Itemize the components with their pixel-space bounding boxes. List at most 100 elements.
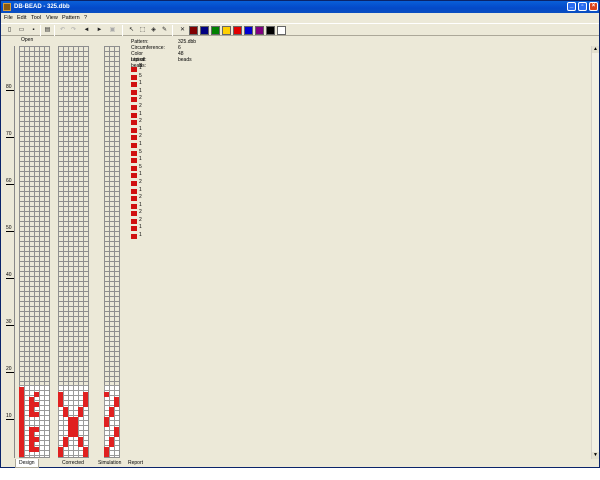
bead[interactable] bbox=[19, 407, 24, 412]
bead[interactable] bbox=[19, 447, 24, 452]
bead[interactable] bbox=[104, 422, 109, 427]
tab-simulation[interactable]: Simulation bbox=[98, 459, 121, 467]
save-icon[interactable]: ▪ bbox=[29, 26, 38, 35]
menu-tool[interactable]: Tool bbox=[31, 13, 41, 23]
bead[interactable] bbox=[83, 392, 88, 397]
bead[interactable] bbox=[114, 397, 119, 402]
bead[interactable] bbox=[114, 432, 119, 437]
bead[interactable] bbox=[78, 437, 83, 442]
bead[interactable] bbox=[63, 407, 68, 412]
bead[interactable] bbox=[78, 442, 83, 447]
bead[interactable] bbox=[19, 432, 24, 437]
color-swatch-black[interactable] bbox=[266, 26, 275, 35]
menu-pattern[interactable]: Pattern bbox=[62, 13, 80, 23]
arrow-right-icon[interactable]: ► bbox=[95, 26, 104, 35]
tab-corrected[interactable]: Corrected bbox=[62, 459, 84, 467]
bead[interactable] bbox=[19, 417, 24, 422]
bead[interactable] bbox=[19, 452, 24, 457]
bead[interactable] bbox=[29, 407, 34, 412]
bead[interactable] bbox=[78, 407, 83, 412]
bead[interactable] bbox=[19, 412, 24, 417]
bead[interactable] bbox=[29, 442, 34, 447]
scroll-up-icon[interactable]: ▲ bbox=[592, 46, 599, 53]
pipette-icon[interactable]: ✎ bbox=[160, 26, 169, 35]
bead[interactable] bbox=[58, 397, 63, 402]
bead[interactable] bbox=[19, 442, 24, 447]
color-swatch-navy[interactable] bbox=[200, 26, 209, 35]
bead[interactable] bbox=[104, 392, 109, 397]
design-grid[interactable] bbox=[19, 46, 50, 458]
bead[interactable] bbox=[19, 422, 24, 427]
bead[interactable] bbox=[109, 442, 114, 447]
delete-icon[interactable]: ✕ bbox=[178, 26, 187, 35]
bead[interactable] bbox=[78, 412, 83, 417]
bead[interactable] bbox=[63, 437, 68, 442]
bead[interactable] bbox=[34, 447, 39, 452]
bead[interactable] bbox=[34, 412, 39, 417]
menu-file[interactable]: File bbox=[4, 13, 13, 23]
bead[interactable] bbox=[19, 437, 24, 442]
simulation-grid[interactable] bbox=[104, 46, 120, 458]
bead[interactable] bbox=[19, 402, 24, 407]
bead[interactable] bbox=[58, 447, 63, 452]
bead[interactable] bbox=[68, 422, 73, 427]
bead[interactable] bbox=[104, 452, 109, 457]
bead[interactable] bbox=[34, 427, 39, 432]
bead[interactable] bbox=[109, 412, 114, 417]
bead[interactable] bbox=[34, 402, 39, 407]
bead[interactable] bbox=[104, 447, 109, 452]
bead[interactable] bbox=[114, 427, 119, 432]
redo-icon[interactable]: ↷ bbox=[69, 26, 78, 35]
bead[interactable] bbox=[19, 397, 24, 402]
bead[interactable] bbox=[29, 432, 34, 437]
bead[interactable] bbox=[73, 417, 78, 422]
bead[interactable] bbox=[63, 412, 68, 417]
bead[interactable] bbox=[109, 407, 114, 412]
bead[interactable] bbox=[19, 392, 24, 397]
color-swatch-yellow[interactable] bbox=[222, 26, 231, 35]
bead[interactable] bbox=[83, 397, 88, 402]
color-swatch-purple[interactable] bbox=[255, 26, 264, 35]
maximize-button[interactable]: ▫ bbox=[578, 2, 587, 11]
corrected-pattern[interactable] bbox=[58, 385, 88, 457]
print-icon[interactable]: ▤ bbox=[43, 26, 52, 35]
color-swatch-red[interactable] bbox=[233, 26, 242, 35]
bead[interactable] bbox=[68, 417, 73, 422]
menu-help[interactable]: ? bbox=[84, 13, 87, 23]
bead[interactable] bbox=[19, 387, 24, 392]
new-icon[interactable]: ▯ bbox=[5, 26, 14, 35]
bead[interactable] bbox=[114, 402, 119, 407]
color-swatch-maroon[interactable] bbox=[189, 26, 198, 35]
fill-icon[interactable]: ◈ bbox=[149, 26, 158, 35]
open-icon[interactable]: ▭ bbox=[17, 26, 26, 35]
bead[interactable] bbox=[83, 447, 88, 452]
vertical-scrollbar[interactable]: ▲ ▼ bbox=[591, 46, 599, 459]
minimize-button[interactable]: _ bbox=[567, 2, 576, 11]
bead[interactable] bbox=[19, 427, 24, 432]
bead[interactable] bbox=[109, 437, 114, 442]
arrow-left-icon[interactable]: ◄ bbox=[82, 26, 91, 35]
bead[interactable] bbox=[104, 417, 109, 422]
bead[interactable] bbox=[34, 437, 39, 442]
simulation-pattern[interactable] bbox=[104, 385, 119, 457]
bead[interactable] bbox=[73, 427, 78, 432]
bead[interactable] bbox=[73, 432, 78, 437]
bead[interactable] bbox=[63, 442, 68, 447]
undo-icon[interactable]: ↶ bbox=[58, 26, 67, 35]
close-button[interactable]: × bbox=[589, 2, 598, 11]
color-swatch-blue[interactable] bbox=[244, 26, 253, 35]
color-swatch-white[interactable] bbox=[277, 26, 286, 35]
bead[interactable] bbox=[58, 402, 63, 407]
tab-design[interactable]: Design bbox=[15, 459, 39, 468]
preview-icon[interactable]: ▣ bbox=[108, 26, 117, 35]
bead[interactable] bbox=[34, 392, 39, 397]
menu-edit[interactable]: Edit bbox=[17, 13, 26, 23]
bead[interactable] bbox=[58, 392, 63, 397]
design-pattern[interactable] bbox=[19, 385, 49, 457]
pointer-icon[interactable]: ↖ bbox=[127, 26, 136, 35]
bead[interactable] bbox=[29, 397, 34, 402]
tab-report[interactable]: Report bbox=[128, 459, 143, 467]
select-icon[interactable]: ⬚ bbox=[138, 26, 147, 35]
scroll-down-icon[interactable]: ▼ bbox=[592, 452, 599, 459]
menu-view[interactable]: View bbox=[46, 13, 58, 23]
